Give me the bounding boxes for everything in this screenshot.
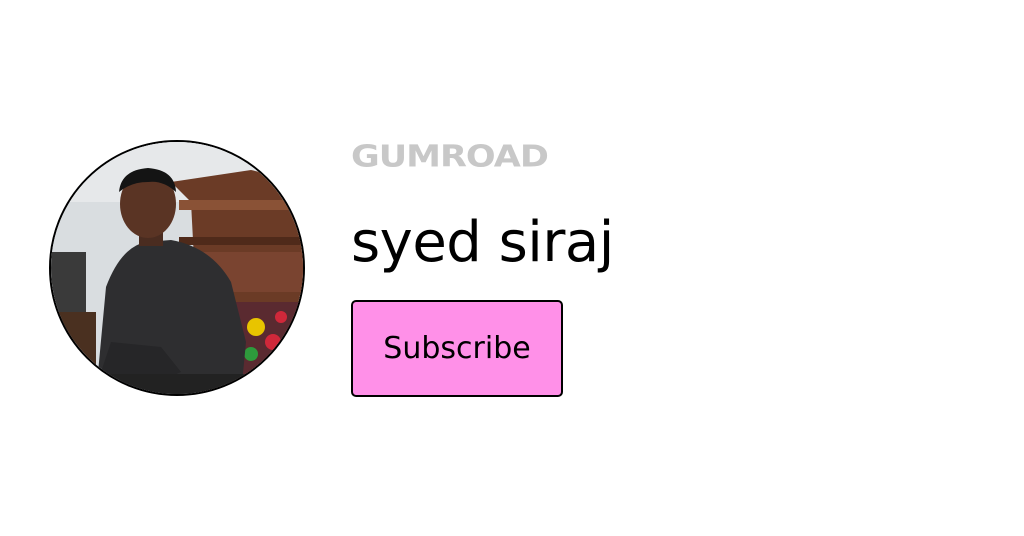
- profile-name: syed siraj: [351, 210, 614, 275]
- subscribe-button[interactable]: Subscribe: [351, 300, 563, 397]
- profile-card: gumroad syed siraj Subscribe: [0, 0, 1024, 536]
- avatar-photo: [51, 142, 303, 394]
- avatar: [49, 140, 305, 396]
- gumroad-logo[interactable]: gumroad: [351, 141, 551, 174]
